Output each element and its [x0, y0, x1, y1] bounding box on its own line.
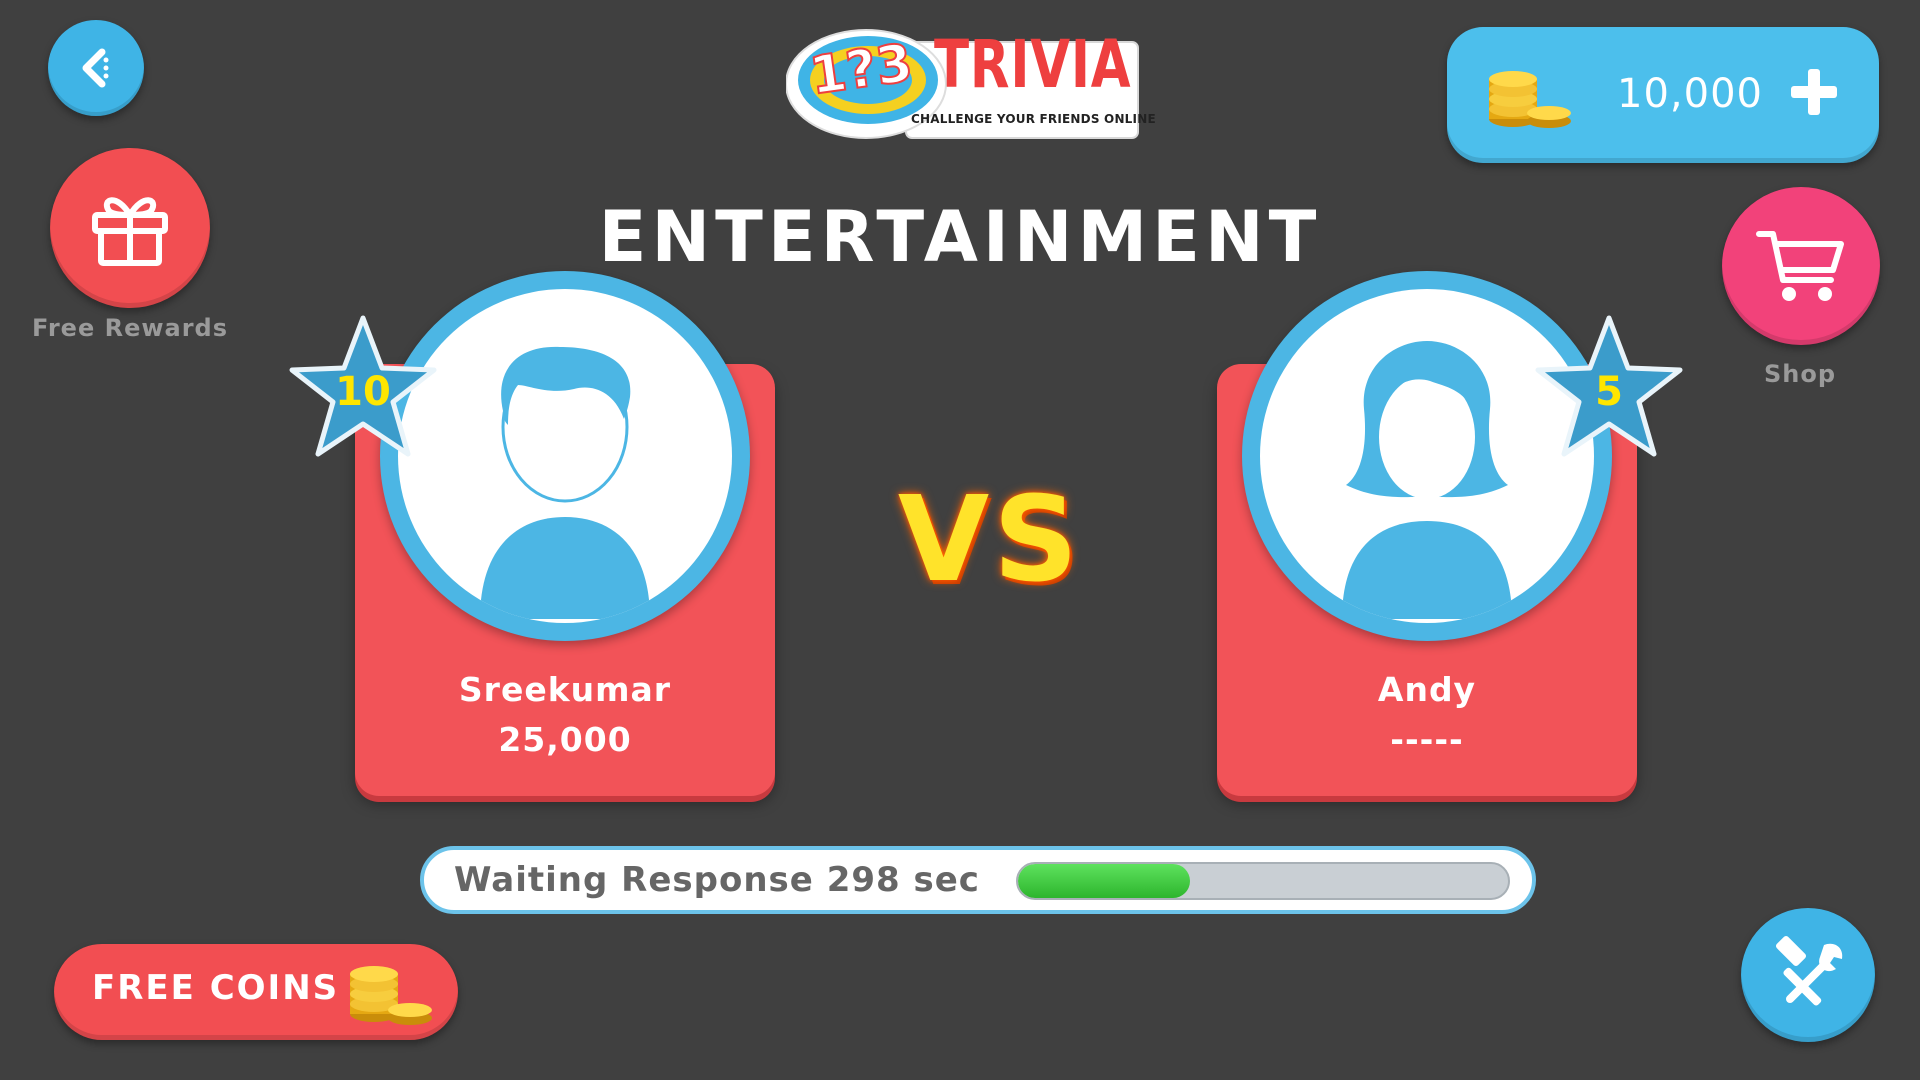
chevron-left-icon: [82, 48, 109, 88]
player2-level: 5: [1595, 369, 1623, 415]
player2-level-star: 5: [1534, 312, 1684, 462]
player2-score: -----: [1390, 720, 1464, 759]
player1-level: 10: [335, 369, 391, 415]
gift-icon: [92, 197, 168, 266]
free-rewards-label: Free Rewards: [31, 314, 229, 342]
settings-button[interactable]: [1741, 908, 1875, 1042]
shop-button[interactable]: [1722, 187, 1880, 345]
category-title: ENTERTAINMENT: [598, 196, 1322, 278]
waiting-response-text: Waiting Response 298 sec: [454, 860, 980, 900]
shop-label: Shop: [1763, 360, 1837, 388]
waiting-progress-fill: [1018, 864, 1190, 898]
free-coins-label: FREE COINS: [92, 968, 340, 1008]
back-button[interactable]: [48, 20, 144, 116]
plus-icon[interactable]: [1787, 65, 1841, 119]
coin-balance-value: 10,000: [1617, 71, 1763, 117]
waiting-response-bar: Waiting Response 298 sec: [420, 846, 1536, 914]
tools-icon: [1775, 935, 1843, 1006]
logo-tagline: CHALLENGE YOUR FRIENDS ONLINE: [911, 112, 1156, 126]
coin-balance-button[interactable]: 10,000: [1447, 27, 1879, 163]
player2-name: Andy: [1377, 670, 1477, 709]
waiting-progress-track: [1016, 862, 1510, 900]
player1-level-star: 10: [288, 312, 438, 462]
player1-score: 25,000: [498, 720, 632, 759]
coin-stack-icon: [1489, 71, 1571, 128]
free-rewards-button[interactable]: [50, 148, 210, 308]
vs-label: VS: [897, 470, 1083, 608]
male-avatar-icon: [480, 346, 650, 619]
logo-title: TRIVIA: [934, 26, 1132, 103]
cart-icon: [1756, 231, 1844, 301]
coin-stack-icon: [350, 966, 432, 1025]
game-logo: 1?3 TRIVIA CHALLENGE YOUR FRIENDS ONLINE: [786, 12, 1156, 139]
free-coins-button[interactable]: FREE COINS: [54, 944, 458, 1040]
player1-name: Sreekumar: [458, 670, 672, 709]
